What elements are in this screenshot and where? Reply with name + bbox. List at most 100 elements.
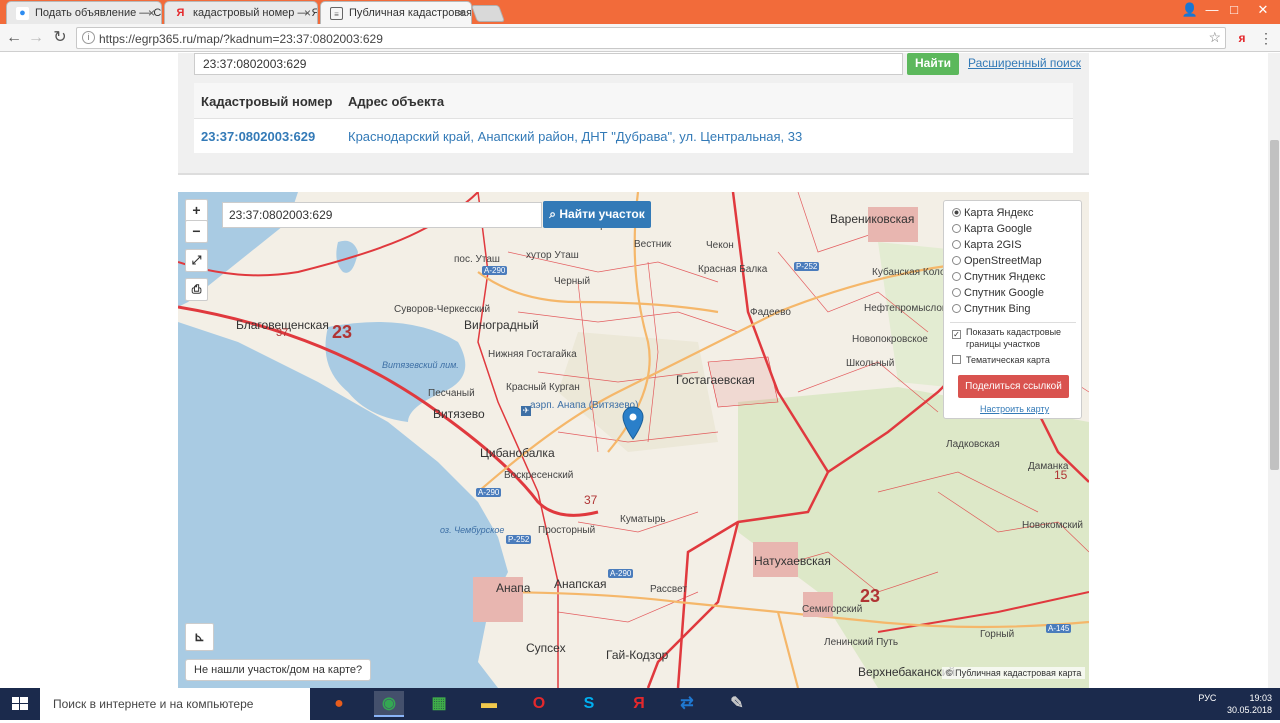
advanced-search-link[interactable]: Расширенный поиск — [968, 56, 1081, 70]
region-number: 15 — [1054, 468, 1068, 482]
browser-toolbar: ← → ↻ i https://egrp365.ru/map/?kadnum=2… — [0, 24, 1280, 52]
zoom-out-button[interactable]: − — [185, 220, 208, 243]
road-label: Р-252 — [506, 535, 532, 544]
table-header: Кадастровый номер Адрес объекта — [194, 83, 1073, 119]
column-header-address: Адрес объекта — [348, 94, 445, 109]
yandex-app-icon[interactable]: Я — [624, 691, 654, 717]
clock-date: 30.05.2018 — [1226, 705, 1272, 715]
clock[interactable]: 19:03 30.05.2018 — [1227, 692, 1272, 716]
layer-option-yandex-satellite[interactable]: Спутник Яндекс — [952, 270, 1046, 286]
info-icon[interactable]: i — [82, 31, 95, 44]
system-tray[interactable]: РУС 19:03 30.05.2018 — [1198, 692, 1272, 716]
explorer-app-icon[interactable]: ▬ — [474, 691, 504, 717]
place-label: Вестник — [634, 239, 672, 250]
scrollbar-thumb[interactable] — [1270, 140, 1279, 470]
layer-option-google-map[interactable]: Карта Google — [952, 222, 1032, 238]
start-button[interactable] — [0, 688, 40, 720]
layer-option-yandex-map[interactable]: Карта Яндекс — [952, 206, 1033, 222]
place-label: Виноградный — [464, 318, 539, 332]
fullscreen-icon[interactable]: ⤢ — [185, 249, 208, 272]
address-bar[interactable]: i https://egrp365.ru/map/?kadnum=23:37:0… — [76, 27, 1226, 49]
teamviewer-app-icon[interactable]: ⇄ — [672, 691, 702, 717]
yandex-favicon-icon: Я — [176, 7, 185, 19]
find-button[interactable]: Найти — [907, 53, 959, 75]
place-label: Новопокровское — [852, 334, 928, 345]
cadastral-map[interactable]: Благовещенская Виноградный Нижняя Гостаг… — [178, 192, 1089, 688]
place-label: Нижняя Гостагайка — [488, 349, 577, 360]
reload-button[interactable]: ↻ — [50, 28, 70, 48]
place-label: Красная Балка — [698, 264, 768, 275]
column-header-kadnum: Кадастровый номер — [201, 94, 333, 109]
place-label: пос. Уташ — [454, 254, 500, 265]
radio-icon — [952, 304, 961, 313]
kadnum-search-input[interactable]: 23:37:0802003:629 — [194, 53, 903, 75]
find-parcel-label: Найти участок — [559, 207, 645, 221]
language-indicator[interactable]: РУС — [1198, 693, 1216, 703]
place-label: Анапа — [496, 581, 531, 595]
paint-app-icon[interactable]: ● — [324, 691, 354, 717]
place-label: Суворов-Черкесский — [394, 304, 491, 315]
layer-label: Спутник Яндекс — [964, 271, 1046, 283]
back-button[interactable]: ← — [4, 28, 24, 48]
print-icon[interactable]: ⎙ — [185, 278, 208, 301]
close-tab-icon[interactable]: × — [304, 6, 311, 20]
layer-option-osm[interactable]: OpenStreetMap — [952, 254, 1042, 270]
avito-favicon-icon: ● — [16, 7, 29, 20]
place-label: Горный — [980, 629, 1015, 640]
chrome-app-icon[interactable]: ◉ — [374, 691, 404, 717]
find-parcel-button[interactable]: ⌕ Найти участок — [543, 201, 651, 228]
region-number: 37 — [584, 493, 598, 507]
place-label: Варениковская — [830, 212, 915, 226]
location-pin-icon[interactable] — [622, 406, 644, 440]
checkbox-checked-icon: ✓ — [952, 330, 961, 339]
paint-palette-app-icon[interactable]: ✎ — [722, 691, 752, 717]
store-app-icon[interactable]: ▦ — [424, 691, 454, 717]
kadnum-link[interactable]: 23:37:0802003:629 — [201, 129, 315, 144]
tab-cadastral-map[interactable]: ≡ Публичная кадастровая × — [320, 1, 472, 24]
layer-option-google-satellite[interactable]: Спутник Google — [952, 286, 1044, 302]
taskbar-search-input[interactable]: Поиск в интернете и на компьютере — [40, 688, 310, 720]
checkbox-icon — [952, 355, 961, 364]
show-borders-label: Показать кадастровые границы участков — [966, 327, 1062, 349]
new-tab-button[interactable] — [470, 5, 506, 22]
tab-title: Подать объявление — С — [35, 7, 162, 19]
page-content: 23:37:0802003:629 Найти Расширенный поис… — [0, 53, 1268, 688]
not-found-button[interactable]: Не нашли участок/дом на карте? — [185, 659, 372, 681]
configure-map-link[interactable]: Настроить карту — [980, 404, 1049, 414]
show-borders-checkbox[interactable]: ✓ Показать кадастровые границы участков — [952, 326, 1078, 350]
url-text: https://egrp365.ru/map/?kadnum=23:37:080… — [99, 32, 383, 46]
tab-title: Публичная кадастровая — [349, 7, 472, 19]
share-link-button[interactable]: Поделиться ссылкой — [958, 375, 1069, 398]
close-tab-icon[interactable]: × — [458, 6, 465, 20]
tab-yandex[interactable]: Я кадастровый номер — Я × — [164, 1, 318, 24]
map-copyright: © Публичная кадастровая карта — [942, 667, 1086, 679]
address-link[interactable]: Краснодарский край, Анапский район, ДНТ … — [348, 129, 802, 144]
place-label: Гостагаевская — [676, 373, 755, 387]
table-row[interactable]: 23:37:0802003:629 Краснодарский край, Ан… — [194, 119, 1073, 153]
thematic-map-checkbox[interactable]: Тематическая карта — [952, 354, 1050, 366]
ruler-icon[interactable]: ⊾ — [185, 623, 214, 651]
close-window-button[interactable]: ✕ — [1246, 0, 1280, 22]
tab-avito[interactable]: ● Подать объявление — С × — [6, 1, 162, 24]
place-label: Верхнебаканский — [858, 665, 956, 679]
skype-app-icon[interactable]: S — [574, 691, 604, 717]
bookmark-star-icon[interactable]: ☆ — [1208, 29, 1221, 46]
layer-option-2gis-map[interactable]: Карта 2GIS — [952, 238, 1022, 254]
maximize-button[interactable]: □ — [1220, 0, 1248, 22]
place-label: хутор Уташ — [526, 250, 579, 261]
windows-logo-icon — [12, 697, 28, 710]
road-label: А-290 — [608, 569, 634, 578]
layer-option-bing-satellite[interactable]: Спутник Bing — [952, 302, 1031, 318]
place-label: Гай-Кодзор — [606, 648, 669, 662]
forward-button[interactable]: → — [26, 28, 46, 48]
yandex-extension-icon[interactable]: я — [1232, 28, 1252, 48]
layer-label: Спутник Bing — [964, 303, 1031, 315]
place-label: Черный — [554, 276, 591, 287]
opera-app-icon[interactable]: O — [524, 691, 554, 717]
radio-icon — [952, 224, 961, 233]
browser-menu-icon[interactable]: ⋮ — [1256, 28, 1276, 48]
map-search-input[interactable]: 23:37:0802003:629 — [222, 202, 542, 228]
close-tab-icon[interactable]: × — [148, 6, 155, 20]
layer-label: OpenStreetMap — [964, 255, 1042, 267]
zoom-in-button[interactable]: + — [185, 199, 208, 222]
